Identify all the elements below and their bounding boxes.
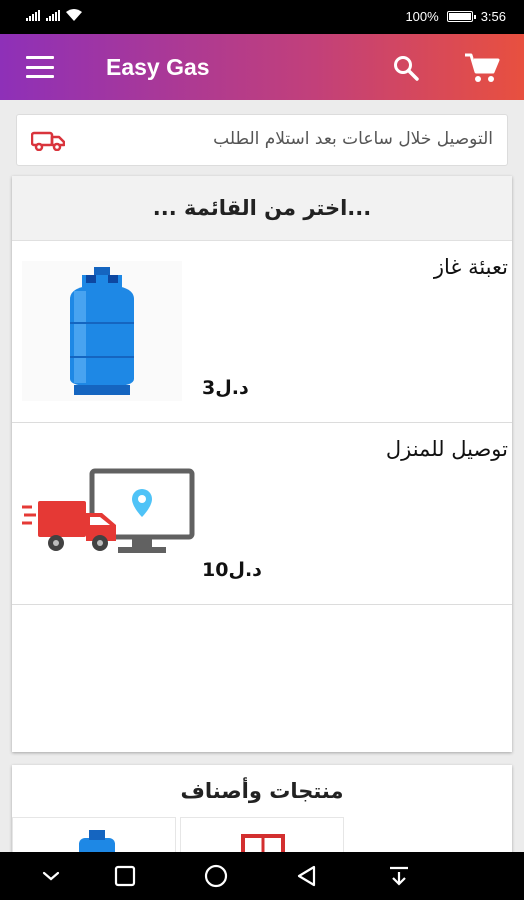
- battery-icon: [446, 11, 476, 22]
- navigation-bar: [0, 852, 524, 900]
- product-item-gas-refill[interactable]: تعبئة غاز د.ل3: [12, 241, 512, 423]
- menu-header: ...اختر من القائمة ...: [12, 176, 512, 241]
- app-bar: Easy Gas: [0, 34, 524, 100]
- home-icon[interactable]: [203, 864, 229, 888]
- menu-card: ...اختر من القائمة ... تعبئة غاز د.ل3 تو…: [12, 176, 512, 752]
- menu-icon[interactable]: [26, 56, 54, 78]
- categories-header: منتجات وأصناف: [180, 779, 344, 803]
- product-item-home-delivery[interactable]: توصيل للمنزل د.ل10: [12, 423, 512, 605]
- signal-icon: [46, 9, 60, 21]
- status-bar: 100% 3:56: [0, 0, 524, 34]
- recents-icon[interactable]: [112, 864, 138, 888]
- categories-card: منتجات وأصناف: [12, 765, 512, 865]
- delivery-truck-image: [22, 468, 195, 553]
- signal-icon: [26, 9, 40, 21]
- clock: 3:56: [480, 9, 506, 24]
- hide-icon[interactable]: [38, 864, 64, 888]
- gas-cylinder-image: [22, 261, 182, 401]
- product-price: د.ل10: [202, 559, 262, 581]
- product-price: د.ل3: [202, 377, 249, 399]
- delivery-banner-text: التوصيل خلال ساعات بعد استلام الطلب: [213, 129, 493, 149]
- notifications-icon[interactable]: [386, 864, 412, 888]
- app-title: Easy Gas: [106, 54, 210, 80]
- delivery-banner: التوصيل خلال ساعات بعد استلام الطلب: [16, 114, 508, 166]
- back-icon[interactable]: [294, 864, 320, 888]
- cart-icon[interactable]: [464, 52, 500, 84]
- product-name: توصيل للمنزل: [385, 437, 508, 461]
- wifi-icon: [66, 9, 82, 21]
- status-right: 100% 3:56: [405, 9, 506, 24]
- battery-percent: 100%: [405, 9, 439, 24]
- search-icon[interactable]: [392, 54, 420, 82]
- product-name: تعبئة غاز: [433, 255, 508, 279]
- status-indicators: [26, 9, 82, 21]
- truck-icon: [31, 131, 65, 151]
